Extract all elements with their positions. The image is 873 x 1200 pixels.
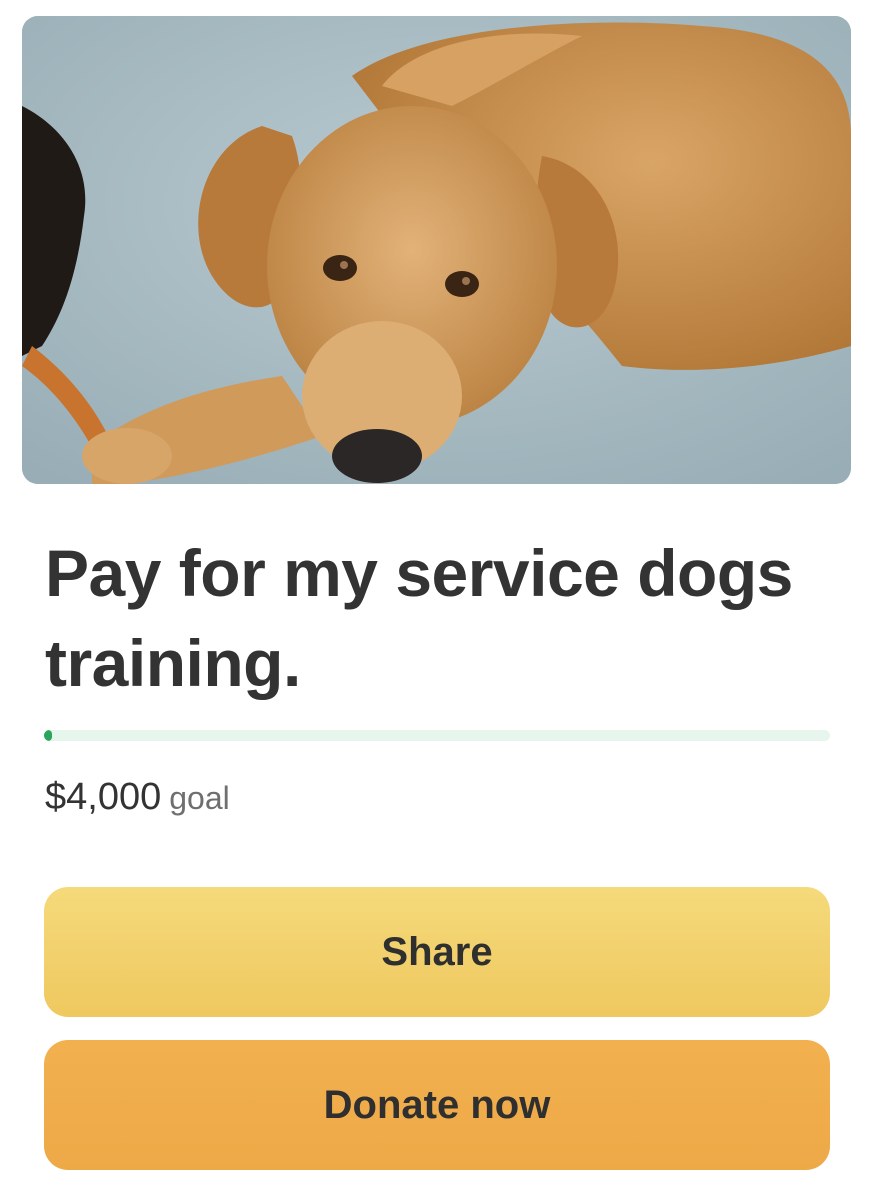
- share-button[interactable]: Share: [44, 887, 830, 1017]
- campaign-photo: [22, 16, 851, 484]
- dog-photo-illustration: [22, 16, 851, 484]
- goal-summary: $4,000 goal: [45, 776, 230, 819]
- donate-now-button[interactable]: Donate now: [44, 1040, 830, 1170]
- fundraising-progress-bar: [44, 730, 830, 741]
- progress-fill: [44, 730, 52, 741]
- goal-label: goal: [169, 780, 230, 816]
- goal-amount: $4,000: [45, 776, 162, 818]
- campaign-title: Pay for my service dogs training.: [45, 536, 793, 700]
